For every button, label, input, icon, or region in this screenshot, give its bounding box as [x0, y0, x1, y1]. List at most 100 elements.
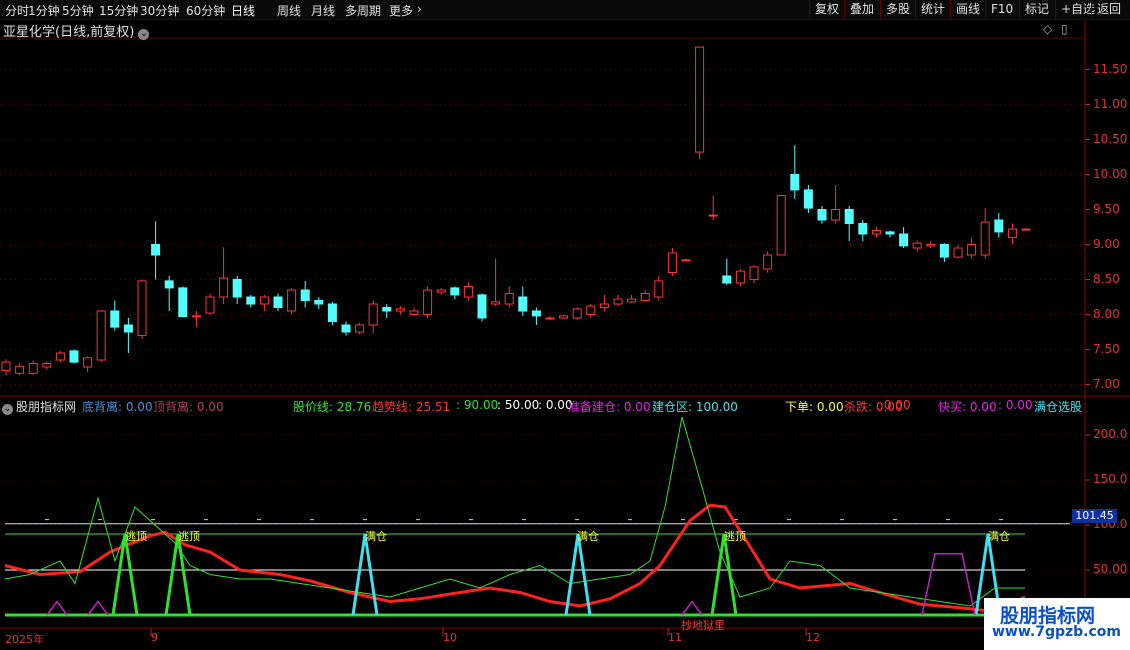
- diamond-icon[interactable]: ◇: [1043, 22, 1052, 36]
- candle-body: [15, 365, 25, 374]
- period-1[interactable]: 1分钟: [28, 2, 60, 19]
- watermark-url: www.7gpzb.com: [992, 624, 1122, 640]
- full-spike: [351, 533, 379, 616]
- candle-body: [28, 363, 38, 374]
- signal-full: 满仓: [577, 530, 599, 543]
- price-tick-label: 7.50: [1093, 341, 1120, 356]
- candle-body: [259, 296, 269, 305]
- candle-body: [518, 296, 528, 312]
- period-6[interactable]: 日线: [231, 2, 255, 19]
- candle-body: [246, 296, 256, 305]
- candle-body: [817, 209, 827, 221]
- candle-body: [83, 357, 93, 368]
- period-2[interactable]: 5分钟: [62, 2, 94, 19]
- candle-body: [395, 308, 405, 312]
- period-3[interactable]: 15分钟: [99, 2, 138, 19]
- candle-body: [858, 223, 868, 235]
- legend-item: : 90.00: [456, 398, 499, 412]
- date-label: 9: [151, 631, 158, 644]
- candle-body: [191, 315, 201, 318]
- toolbar-button-1[interactable]: 叠加: [844, 0, 879, 18]
- toolbar-button-5[interactable]: F10: [985, 0, 1018, 18]
- period-9[interactable]: 多周期: [345, 2, 381, 19]
- period-0[interactable]: 分时: [5, 2, 29, 19]
- candle-body: [912, 242, 922, 249]
- signal-escape: 逃顶: [125, 530, 147, 543]
- candle-body: [613, 298, 623, 305]
- period-7[interactable]: 周线: [277, 2, 301, 19]
- candle-body: [572, 308, 582, 319]
- legend-item: : 0.00: [876, 398, 911, 412]
- date-label: 12: [806, 631, 820, 644]
- candle-body: [477, 294, 487, 319]
- candle-body: [980, 221, 990, 256]
- candle-body: [803, 189, 813, 209]
- price-tick-label: 8.00: [1093, 306, 1120, 321]
- candle-body: [735, 270, 745, 284]
- price-tick-label: 7.00: [1093, 376, 1120, 391]
- date-label: 11: [668, 631, 682, 644]
- date-label: 2025年: [5, 633, 44, 646]
- candle-body: [382, 307, 392, 312]
- candle-body: [926, 244, 936, 247]
- toolbar-button-3[interactable]: 统计: [915, 0, 950, 18]
- candle-body: [559, 315, 569, 319]
- price-line: [4, 416, 1025, 607]
- candle-body: [695, 46, 705, 153]
- candle-body: [749, 266, 759, 280]
- panel-toggle-icon[interactable]: ▯: [1061, 22, 1068, 36]
- full-spike: [564, 533, 592, 616]
- chart-canvas: [0, 20, 1130, 636]
- candle-body: [776, 195, 786, 256]
- chevron-down-icon[interactable]: ⌄: [2, 404, 13, 415]
- signal-bottom: 抄地狱里: [681, 619, 725, 632]
- candle-body: [627, 298, 637, 303]
- candle-body: [599, 303, 609, 308]
- price-tick-label: 8.50: [1093, 271, 1120, 286]
- candle-body: [69, 350, 79, 363]
- stock-title: 亚星化学(日线,前复权) ⌄: [3, 21, 150, 40]
- candle-body: [708, 214, 718, 217]
- chevron-down-icon[interactable]: ⌄: [138, 29, 150, 40]
- period-5[interactable]: 60分钟: [186, 2, 225, 19]
- candle-body: [219, 277, 229, 298]
- price-tick-label: 9.00: [1093, 236, 1120, 251]
- candle-body: [42, 363, 52, 368]
- candle-body: [545, 317, 555, 320]
- indicator-legend: ⌄ 股朋指标网 底背离: 0.00 顶背离: 0.00 股价线: 28.76 趋势线: 2…: [2, 398, 1082, 415]
- date-label: 10: [443, 631, 457, 644]
- toolbar-button-4[interactable]: 画线: [950, 0, 985, 18]
- period-8[interactable]: 月线: [311, 2, 335, 19]
- chevron-right-icon[interactable]: ›: [417, 2, 422, 16]
- candle-body: [899, 233, 909, 247]
- toolbar-button-8[interactable]: 返回: [1091, 0, 1126, 18]
- magenta-mark: [46, 600, 68, 616]
- candle-body: [300, 289, 310, 301]
- signal-full: 满仓: [365, 530, 387, 543]
- period-4[interactable]: 30分钟: [140, 2, 179, 19]
- candle-body: [1, 361, 11, 372]
- candle-body: [871, 230, 881, 235]
- toolbar-button-0[interactable]: 复权: [809, 0, 844, 18]
- price-tick-label: 11.50: [1093, 61, 1128, 76]
- current-value-badge: 101.45: [1072, 509, 1117, 523]
- toolbar-button-2[interactable]: 多股: [880, 0, 915, 18]
- magenta-mark: [681, 600, 703, 616]
- legend-item: 下单: 0.00: [785, 400, 844, 414]
- candle-body: [368, 303, 378, 326]
- period-10[interactable]: 更多: [389, 2, 413, 19]
- candle-body: [123, 324, 133, 333]
- candle-body: [205, 296, 215, 314]
- candle-body: [287, 289, 297, 312]
- toolbar-button-6[interactable]: 标记: [1019, 0, 1054, 18]
- trend-line: [4, 503, 1026, 613]
- candle-body: [137, 280, 147, 336]
- candle-body: [273, 296, 283, 308]
- candle-body: [831, 209, 841, 221]
- legend-item: 顶背离: 0.00: [153, 400, 224, 414]
- indicator-tick-label: 200.0: [1093, 427, 1128, 441]
- indicator-tick-label: 50.00: [1093, 562, 1128, 576]
- legend-item: 底背离: 0.00: [82, 400, 153, 414]
- escape-spike: [710, 533, 738, 616]
- legend-item: 建仓区: 100.00: [652, 400, 738, 414]
